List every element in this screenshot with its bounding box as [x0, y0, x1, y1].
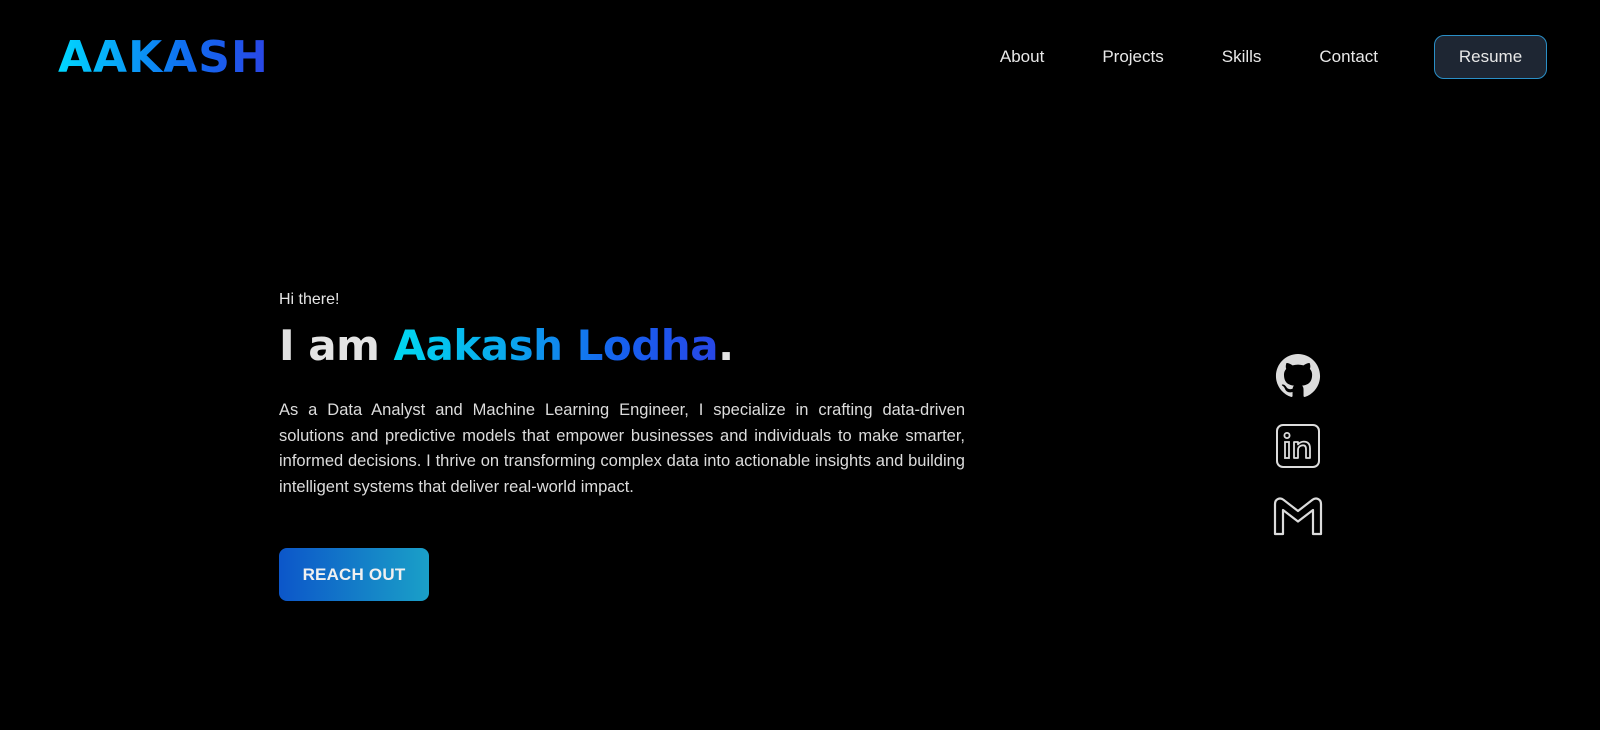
nav-link-contact[interactable]: Contact	[1319, 34, 1378, 80]
greeting-text: Hi there!	[279, 291, 340, 308]
gmail-link[interactable]	[1270, 488, 1326, 544]
hero-section: Hi there! I am Aakash Lodha. As a Data A…	[279, 290, 965, 601]
bio-paragraph: As a Data Analyst and Machine Learning E…	[279, 401, 965, 496]
hero-headline: I am Aakash Lodha.	[279, 320, 965, 372]
logo[interactable]: AAKASH	[58, 34, 269, 82]
linkedin-icon	[1276, 424, 1320, 468]
github-link[interactable]	[1270, 348, 1326, 404]
nav-link-projects[interactable]: Projects	[1102, 34, 1163, 80]
headline-suffix: .	[718, 321, 734, 370]
headline-name: Aakash Lodha	[393, 321, 719, 370]
top-nav: About Projects Skills Contact Resume	[1000, 34, 1547, 80]
gmail-icon	[1273, 497, 1323, 536]
headline-prefix: I am	[279, 321, 394, 370]
social-links	[1270, 348, 1326, 558]
nav-link-skills[interactable]: Skills	[1222, 34, 1262, 80]
page: AAKASH About Projects Skills Contact Res…	[0, 0, 1600, 730]
resume-button[interactable]: Resume	[1434, 35, 1547, 79]
reach-out-button[interactable]: REACH OUT	[279, 548, 429, 601]
linkedin-link[interactable]	[1270, 418, 1326, 474]
nav-link-about[interactable]: About	[1000, 34, 1044, 80]
github-icon	[1275, 353, 1321, 397]
